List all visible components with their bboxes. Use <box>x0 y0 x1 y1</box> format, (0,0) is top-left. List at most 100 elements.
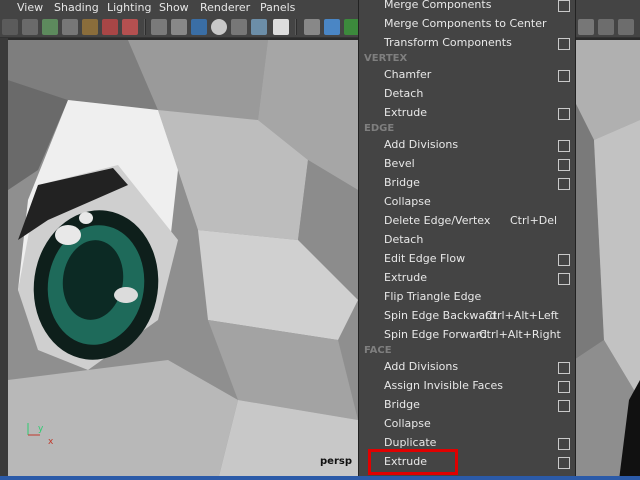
film-gate-icon[interactable] <box>102 19 118 35</box>
menu-item-label: Detach <box>384 233 424 246</box>
menu-item-edge-bevel[interactable]: Bevel <box>359 155 577 174</box>
menu-item-label: Edit Edge Flow <box>384 252 466 265</box>
toolbar-divider <box>144 19 146 35</box>
image-plane-icon[interactable] <box>62 19 78 35</box>
option-box-icon[interactable] <box>558 178 570 190</box>
menu-item-label: Spin Edge Backward <box>384 309 497 322</box>
grid-icon[interactable] <box>82 19 98 35</box>
menu-item-label: Merge Components <box>384 0 492 11</box>
highlight-box <box>368 449 458 475</box>
menu-item-edge-edit-edge-flow[interactable]: Edit Edge Flow <box>359 250 577 269</box>
section-header-face: FACE <box>364 345 392 356</box>
menu-item-shortcut: Ctrl+Alt+Right <box>479 328 561 341</box>
menu-item-label: Flip Triangle Edge <box>384 290 482 303</box>
menu-item-edge-collapse[interactable]: Collapse <box>359 193 577 212</box>
resolution-gate-icon[interactable] <box>122 19 138 35</box>
edit-mesh-menu: Merge Components Merge Components to Cen… <box>358 0 576 480</box>
menu-item-shortcut: Ctrl+Del <box>510 214 558 227</box>
menu-item-label: Collapse <box>384 195 431 208</box>
menu-item-edge-add-divisions[interactable]: Add Divisions <box>359 136 577 155</box>
menu-item-label: Spin Edge Forward <box>384 328 487 341</box>
menu-show[interactable]: Show <box>159 1 189 14</box>
option-box-icon[interactable] <box>558 70 570 82</box>
text-icon[interactable] <box>273 19 289 35</box>
option-box-icon[interactable] <box>558 0 570 12</box>
model-render <box>8 40 358 480</box>
menu-item-vertex-detach[interactable]: Detach <box>359 85 577 104</box>
menu-item-label: Collapse <box>384 417 431 430</box>
menu-renderer[interactable]: Renderer <box>200 1 250 14</box>
menu-item-label: Bevel <box>384 157 415 170</box>
menu-item-label: Duplicate <box>384 436 437 449</box>
textures-icon[interactable] <box>251 19 267 35</box>
menu-item-vertex-chamfer[interactable]: Chamfer <box>359 66 577 85</box>
section-header-vertex: VERTEX <box>364 53 408 64</box>
menu-item-label: Transform Components <box>384 36 512 49</box>
menu-item-label: Assign Invisible Faces <box>384 379 503 392</box>
menu-panels[interactable]: Panels <box>260 1 295 14</box>
menu-item-face-add-divisions[interactable]: Add Divisions <box>359 358 577 377</box>
second-viewport-render <box>574 40 640 480</box>
axis-x-label: x <box>48 437 54 447</box>
select-camera-icon[interactable] <box>2 19 18 35</box>
second-viewport[interactable] <box>574 40 640 480</box>
menu-item-vertex-extrude[interactable]: Extrude <box>359 104 577 123</box>
option-box-icon[interactable] <box>558 381 570 393</box>
menu-view[interactable]: View <box>17 1 43 14</box>
option-box-icon[interactable] <box>558 273 570 285</box>
bottom-bar <box>0 476 640 480</box>
menu-item-edge-flip-triangle-edge[interactable]: Flip Triangle Edge <box>359 288 577 307</box>
axis-y-label: y <box>38 424 44 434</box>
menu-item-merge-components[interactable]: Merge Components <box>359 0 577 15</box>
isolate-icon[interactable] <box>304 19 320 35</box>
menu-item-label: Chamfer <box>384 68 432 81</box>
menu-item-face-bridge[interactable]: Bridge <box>359 396 577 415</box>
menu-item-edge-delete-edge-vertex[interactable]: Delete Edge/Vertex Ctrl+Del <box>359 212 577 231</box>
viewport-border <box>0 38 8 480</box>
menu-item-shortcut: Ctrl+Alt+Left <box>485 309 559 322</box>
menu-item-label: Extrude <box>384 271 428 284</box>
layout-icon[interactable] <box>578 19 594 35</box>
option-box-icon[interactable] <box>558 438 570 450</box>
option-box-icon[interactable] <box>558 362 570 374</box>
menu-item-label: Detach <box>384 87 424 100</box>
default-lighting-icon[interactable] <box>191 19 207 35</box>
two-pane-icon[interactable] <box>598 19 614 35</box>
option-box-icon[interactable] <box>558 38 570 50</box>
menu-item-transform-components[interactable]: Transform Components <box>359 34 577 53</box>
menu-item-label: Merge Components to Center <box>384 17 547 30</box>
bookmark-icon[interactable] <box>42 19 58 35</box>
menu-item-edge-spin-forward[interactable]: Spin Edge Forward Ctrl+Alt+Right <box>359 326 577 345</box>
menu-item-edge-extrude[interactable]: Extrude <box>359 269 577 288</box>
menu-item-face-assign-invisible-faces[interactable]: Assign Invisible Faces <box>359 377 577 396</box>
four-pane-icon[interactable] <box>618 19 634 35</box>
camera-label: persp <box>320 456 352 467</box>
menu-item-label: Add Divisions <box>384 360 459 373</box>
menu-item-label: Bridge <box>384 176 420 189</box>
shadows-icon[interactable] <box>211 19 227 35</box>
option-box-icon[interactable] <box>558 159 570 171</box>
menu-item-label: Bridge <box>384 398 420 411</box>
menu-item-label: Delete Edge/Vertex <box>384 214 491 227</box>
menu-item-face-collapse[interactable]: Collapse <box>359 415 577 434</box>
toolbar-divider <box>295 19 297 35</box>
menu-shading[interactable]: Shading <box>54 1 99 14</box>
wireframe-icon[interactable] <box>151 19 167 35</box>
menu-item-edge-bridge[interactable]: Bridge <box>359 174 577 193</box>
menu-item-label: Add Divisions <box>384 138 459 151</box>
option-box-icon[interactable] <box>558 140 570 152</box>
cube-icon[interactable] <box>324 19 340 35</box>
menu-item-edge-detach[interactable]: Detach <box>359 231 577 250</box>
smooth-shade-icon[interactable] <box>171 19 187 35</box>
option-box-icon[interactable] <box>558 457 570 469</box>
option-box-icon[interactable] <box>558 254 570 266</box>
xray-icon[interactable] <box>231 19 247 35</box>
option-box-icon[interactable] <box>558 400 570 412</box>
perspective-viewport[interactable]: y x persp <box>8 40 358 480</box>
camera-attributes-icon[interactable] <box>22 19 38 35</box>
option-box-icon[interactable] <box>558 108 570 120</box>
menu-item-merge-components-to-center[interactable]: Merge Components to Center <box>359 15 577 34</box>
menu-item-label: Extrude <box>384 106 428 119</box>
menu-item-edge-spin-backward[interactable]: Spin Edge Backward Ctrl+Alt+Left <box>359 307 577 326</box>
menu-lighting[interactable]: Lighting <box>107 1 151 14</box>
